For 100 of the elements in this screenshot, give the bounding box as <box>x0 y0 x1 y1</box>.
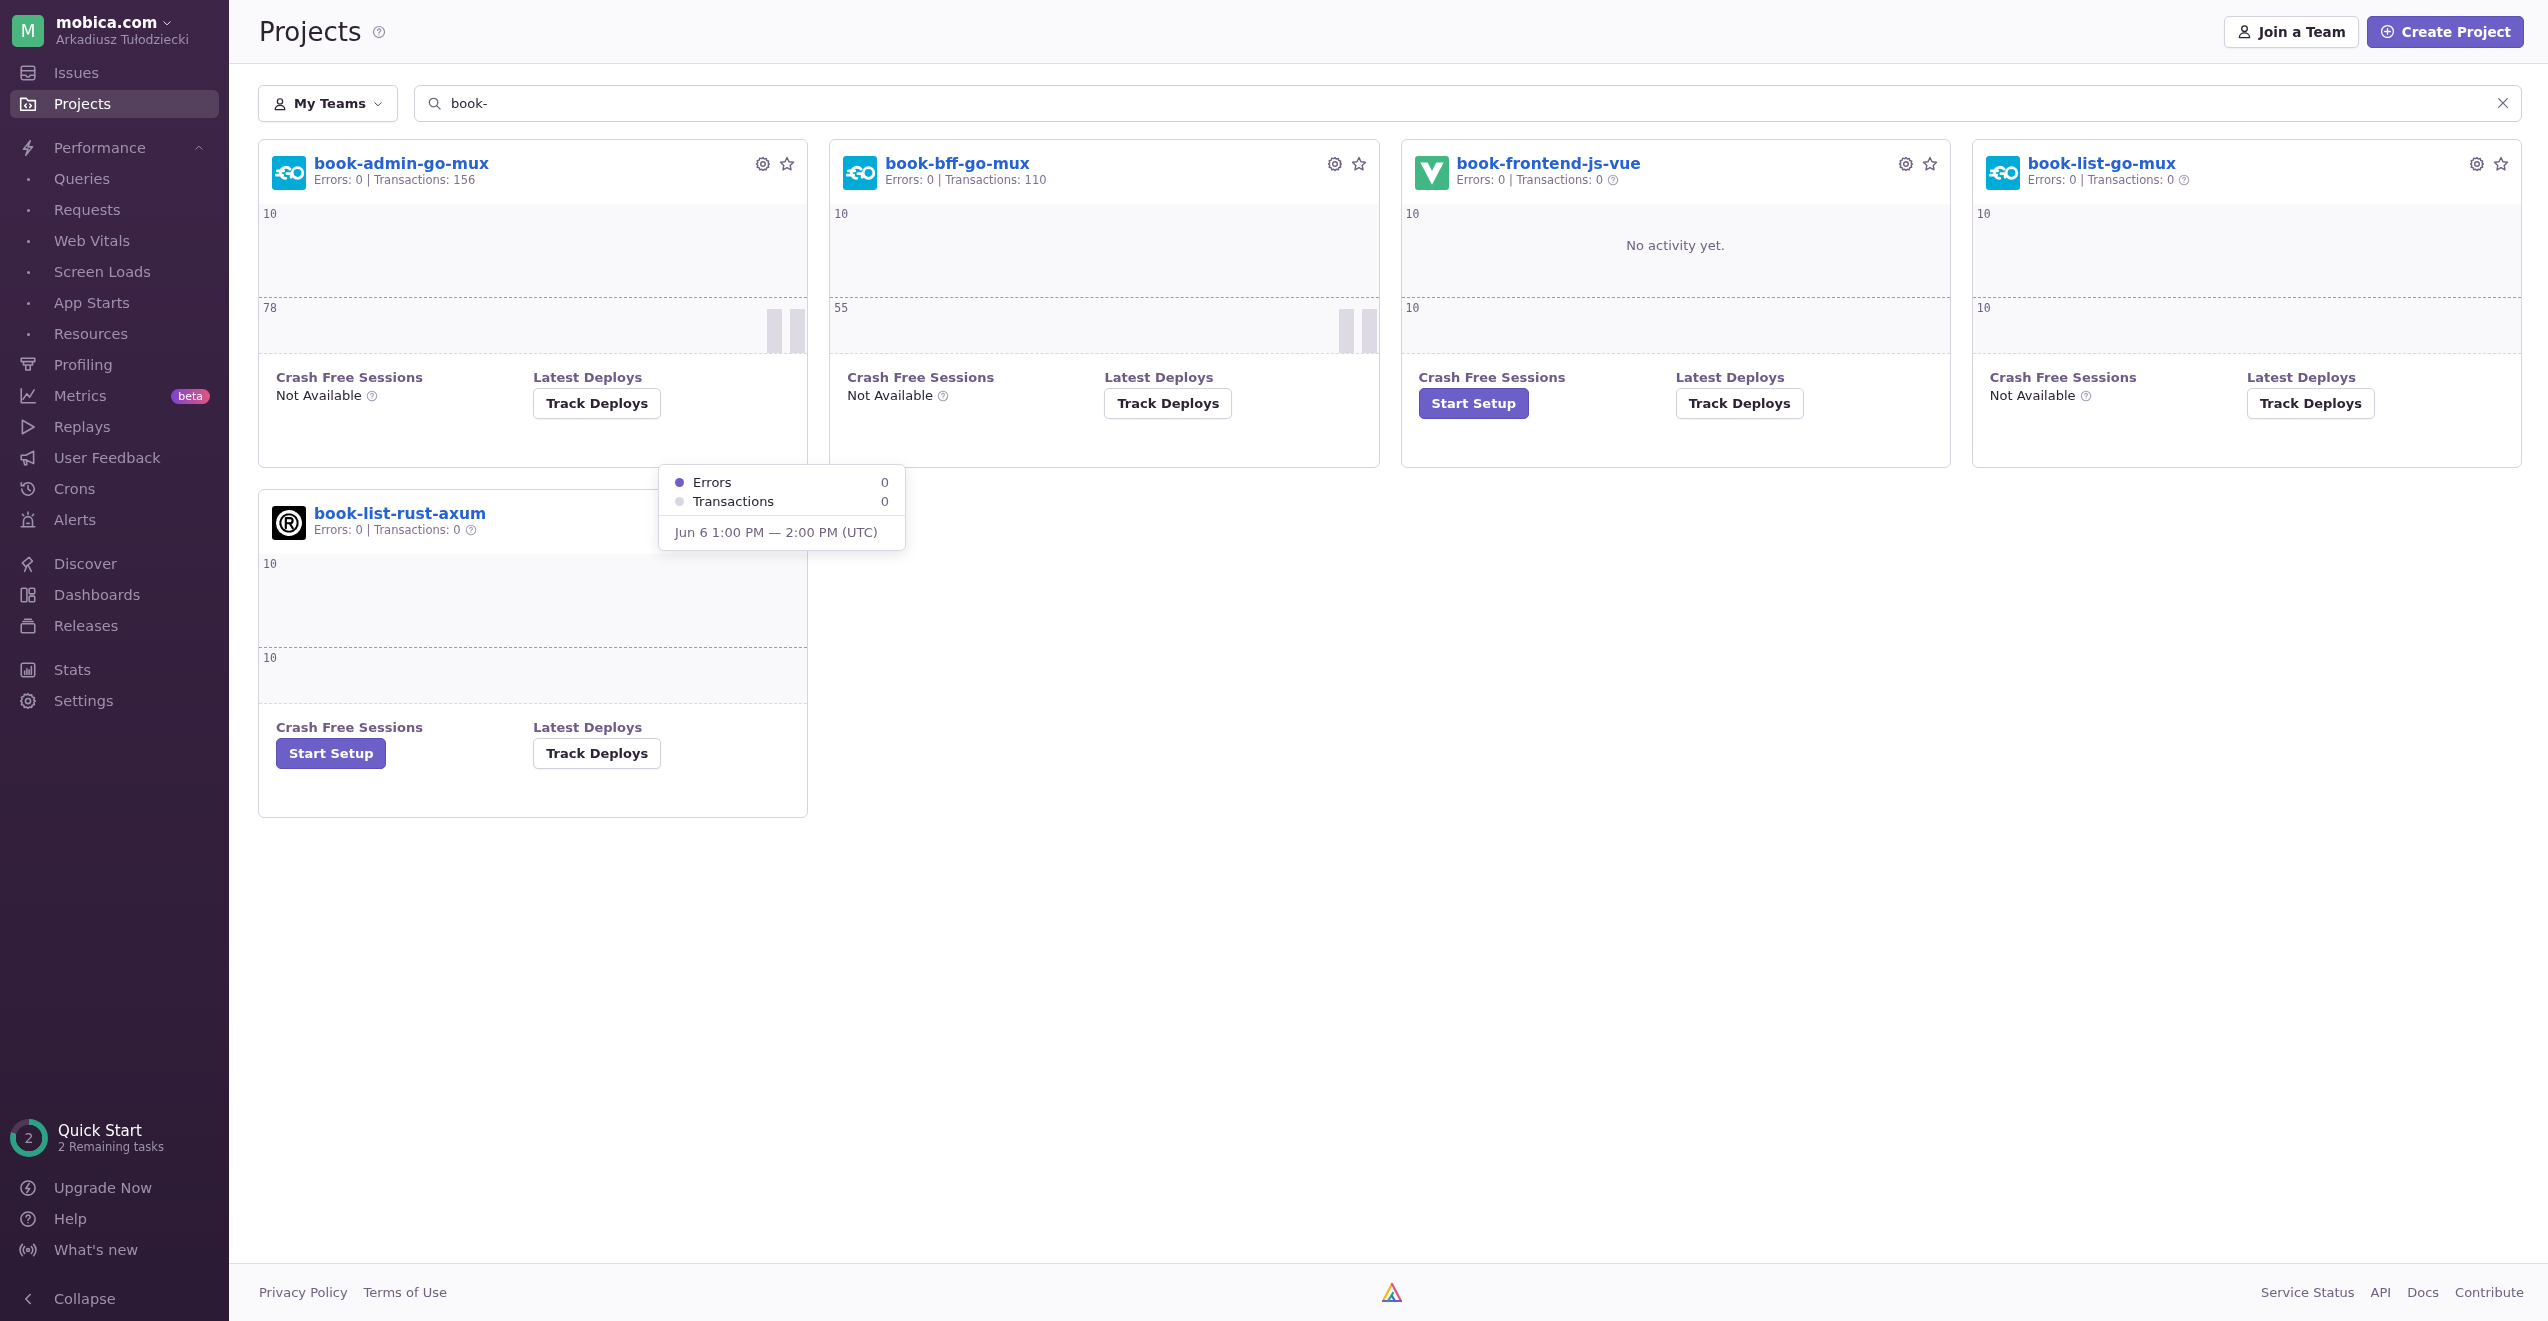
project-link[interactable]: book-list-rust-axum <box>314 505 487 523</box>
axis-label: 10 <box>1976 207 1991 221</box>
sidebar-item[interactable]: Help <box>10 1205 219 1233</box>
settings-icon[interactable] <box>1326 156 1343 172</box>
org-avatar: M <box>12 14 44 47</box>
star-icon[interactable] <box>779 156 796 172</box>
start-setup-button[interactable]: Start Setup <box>1418 388 1529 419</box>
settings-icon[interactable] <box>1897 156 1914 172</box>
sidebar-item[interactable]: Releases <box>10 612 219 640</box>
sidebar-item[interactable]: Issues <box>10 59 219 87</box>
profiling-icon <box>19 356 37 374</box>
close-icon[interactable] <box>2496 96 2510 110</box>
help-icon <box>2079 389 2092 402</box>
sidebar-item[interactable]: What's new <box>10 1236 219 1264</box>
bullet-icon <box>27 332 30 336</box>
sidebar-item[interactable]: App Starts <box>10 289 219 317</box>
axis-label: 78 <box>263 301 277 315</box>
inbox-icon <box>19 64 37 82</box>
track-deploys-button[interactable]: Track Deploys <box>2246 388 2375 419</box>
help-icon <box>371 24 386 39</box>
axis-label: 10 <box>1405 207 1420 221</box>
series-name: Transactions <box>693 494 776 509</box>
footer-link[interactable]: API <box>2370 1285 2392 1300</box>
section-label: Crash Free Sessions <box>1418 370 1567 385</box>
track-deploys-button[interactable]: Track Deploys <box>1104 388 1233 419</box>
track-deploys-button[interactable]: Track Deploys <box>533 388 662 419</box>
collapse-button[interactable]: Collapse <box>10 1285 219 1313</box>
user-icon <box>2237 24 2252 39</box>
footer-link[interactable]: Docs <box>2407 1285 2440 1300</box>
lightning-circle-icon <box>19 1179 37 1197</box>
help-icon <box>937 389 949 402</box>
sidebar-item[interactable]: Profiling <box>10 351 219 379</box>
bullet-icon <box>27 239 30 243</box>
project-link[interactable]: book-list-go-mux <box>2027 155 2176 173</box>
sidebar-item[interactable]: Stats <box>10 656 219 684</box>
bullet-icon <box>27 208 30 212</box>
crash-free-value: Not Available <box>847 388 933 403</box>
create-project-button[interactable]: Create Project <box>2366 15 2524 48</box>
team-dropdown[interactable]: My Teams <box>258 85 398 122</box>
sidebar-item[interactable]: Discover <box>10 550 219 578</box>
empty-message: No activity yet. <box>1625 238 1726 253</box>
axis-label: 10 <box>263 651 277 665</box>
project-link[interactable]: book-frontend-js-vue <box>1456 155 1641 173</box>
logo-icon <box>1379 1280 1404 1305</box>
project-avatar-icon <box>843 156 878 190</box>
dashboard-icon <box>19 586 37 604</box>
bullet-icon <box>27 301 30 305</box>
project-stats: Errors: 0 | Transactions: 110 <box>885 173 1047 187</box>
crash-free-value: Not Available <box>1989 388 2076 403</box>
help-icon <box>19 1210 37 1228</box>
sidebar-item[interactable]: User Feedback <box>10 444 219 472</box>
axis-label: 10 <box>1405 301 1420 315</box>
join-team-button[interactable]: Join a Team <box>2224 15 2359 48</box>
sidebar-item[interactable]: Settings <box>10 687 219 715</box>
section-label: Latest Deploys <box>533 370 644 385</box>
play-icon <box>19 418 37 436</box>
start-setup-button[interactable]: Start Setup <box>276 738 387 769</box>
star-icon[interactable] <box>2493 156 2509 172</box>
sidebar-item[interactable]: Queries <box>10 165 219 193</box>
section-label: Crash Free Sessions <box>276 720 424 735</box>
sidebar-item[interactable]: Projects <box>10 90 219 118</box>
settings-icon[interactable] <box>2469 156 2485 172</box>
axis-label: 10 <box>263 557 277 571</box>
footer-link[interactable]: Contribute <box>2455 1285 2524 1300</box>
track-deploys-button[interactable]: Track Deploys <box>533 738 662 769</box>
alarm-icon <box>19 511 37 529</box>
tooltip-time: Jun 6 1:00 PM — 2:00 PM (UTC) <box>673 524 879 542</box>
star-icon[interactable] <box>1921 156 1938 172</box>
sidebar-item[interactable]: Resources <box>10 320 219 348</box>
star-icon[interactable] <box>1350 156 1367 172</box>
quick-start[interactable]: 2 Quick Start 2 Remaining tasks <box>10 1119 219 1171</box>
sidebar-item[interactable]: Screen Loads <box>10 258 219 286</box>
sidebar-item[interactable]: Web Vitals <box>10 227 219 255</box>
project-link[interactable]: book-admin-go-mux <box>314 155 489 173</box>
line-chart-icon <box>19 387 37 405</box>
sidebar-item[interactable]: Replays <box>10 413 219 441</box>
series-name: Errors <box>693 475 733 490</box>
sidebar-item[interactable]: Requests <box>10 196 219 224</box>
sidebar-item[interactable]: Dashboards <box>10 581 219 609</box>
search-icon <box>427 96 442 111</box>
track-deploys-button[interactable]: Track Deploys <box>1675 388 1804 419</box>
footer-link[interactable]: Privacy Policy <box>259 1285 348 1300</box>
sidebar-item[interactable]: Performance <box>10 134 219 162</box>
help-icon <box>365 389 378 402</box>
clock-icon <box>19 480 37 498</box>
plus-circle-icon <box>2379 24 2395 39</box>
sidebar-item[interactable]: Metrics beta <box>10 382 219 410</box>
bullet-icon <box>27 270 30 274</box>
org-name[interactable]: mobica.com <box>56 14 189 32</box>
search-field[interactable]: book- <box>414 85 2522 122</box>
footer-link[interactable]: Service Status <box>2261 1285 2355 1300</box>
progress-ring: 2 <box>10 1119 48 1157</box>
section-label: Latest Deploys <box>1675 370 1786 385</box>
sidebar-item[interactable]: Upgrade Now <box>10 1174 219 1202</box>
settings-icon[interactable] <box>755 156 772 172</box>
sidebar-item[interactable]: Alerts <box>10 506 219 534</box>
footer-link[interactable]: Terms of Use <box>363 1285 447 1300</box>
sidebar-item[interactable]: Crons <box>10 475 219 503</box>
project-link[interactable]: book-bff-go-mux <box>885 155 1030 173</box>
project-stats: Errors: 0 | Transactions: 0 <box>1456 173 1604 187</box>
